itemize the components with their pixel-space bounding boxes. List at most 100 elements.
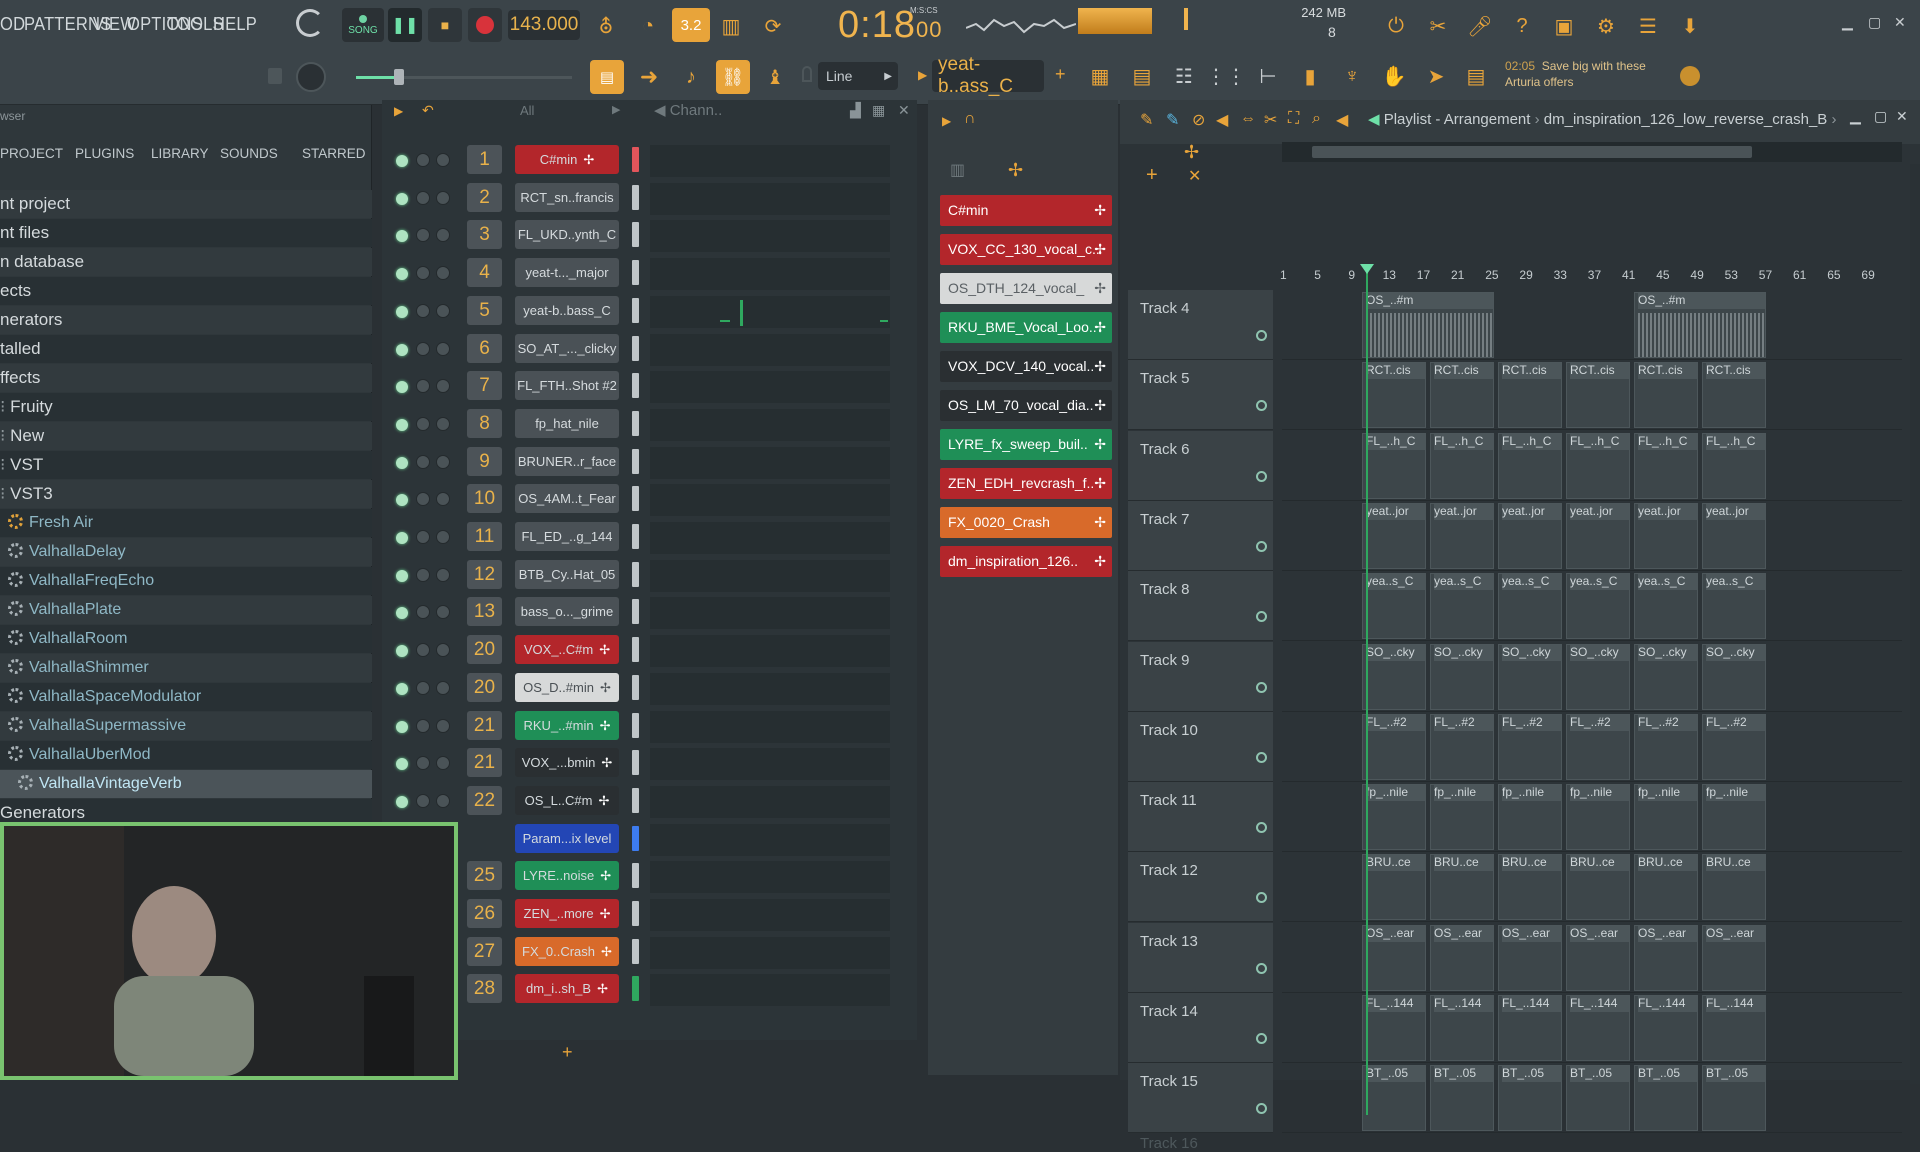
channel-row[interactable]: 26 ZEN_..more ✢ — [382, 896, 917, 934]
track-header[interactable]: Track 12 — [1128, 852, 1273, 923]
group-filter[interactable]: All — [520, 103, 534, 118]
track-header[interactable]: Track 14 — [1128, 993, 1273, 1063]
touch-icon[interactable]: ✋ — [1378, 60, 1410, 92]
picker-mode-icon[interactable]: ▥ — [950, 160, 965, 180]
pattern-clip[interactable]: SO_..cky — [1702, 643, 1766, 710]
browser-item[interactable]: ValhallaVintageVerb — [0, 770, 372, 798]
pattern-clip[interactable]: yeat..jor — [1566, 502, 1630, 569]
pattern-clip[interactable]: FL_..#2 — [1362, 713, 1426, 780]
file-icon[interactable]: ▮ — [1294, 60, 1326, 92]
step-sequencer-lane[interactable] — [650, 597, 890, 630]
step-sequencer-lane[interactable] — [650, 710, 890, 743]
browser-item[interactable]: ValhallaSupermassive — [0, 712, 372, 740]
channel-name-button[interactable]: yeat-b..bass_C — [515, 295, 619, 325]
lock-icon[interactable] — [268, 68, 282, 84]
channel-name-button[interactable]: Param...ix level — [515, 823, 619, 853]
pattern-clip[interactable]: FL_..h_C — [1634, 432, 1698, 499]
pattern-clip[interactable]: FL_..144 — [1702, 995, 1766, 1061]
link-button[interactable]: ⛓ — [716, 60, 750, 94]
snap-select[interactable]: Line ▶ — [818, 62, 898, 90]
channel-name-button[interactable]: RCT_sn..francis — [515, 182, 619, 212]
pattern-clip[interactable]: BRU..ce — [1498, 854, 1562, 921]
snap-icon[interactable]: ✢ — [1184, 142, 1199, 163]
pattern-item[interactable]: RKU_BME_Vocal_Loo.. ✢ — [940, 312, 1112, 343]
pattern-clip[interactable]: OS_..ear — [1566, 924, 1630, 991]
track-header[interactable]: Track 13 — [1128, 922, 1273, 993]
channel-row[interactable]: 7 FL_FTH..Shot #2 — [382, 368, 917, 406]
volume-knob[interactable] — [436, 530, 450, 544]
blend-notes-icon[interactable]: ▥ — [715, 10, 747, 42]
volume-knob[interactable] — [436, 303, 450, 318]
volume-knob[interactable] — [436, 680, 450, 695]
pattern-clip[interactable]: RCT..cis — [1430, 362, 1494, 429]
pattern-item[interactable]: C#min ✢ — [940, 195, 1112, 226]
pattern-item[interactable]: FX_0020_Crash ✢ — [940, 507, 1112, 538]
channel-name-button[interactable]: fp_hat_nile — [515, 408, 619, 438]
browser-item[interactable]: nt project — [0, 190, 372, 218]
pattern-clip[interactable]: FL_..h_C — [1702, 432, 1766, 499]
track-enable-icon[interactable] — [1256, 330, 1267, 341]
volume-knob[interactable] — [436, 567, 450, 582]
pattern-clip[interactable]: BRU..ce — [1566, 854, 1630, 921]
playhead[interactable] — [1366, 265, 1368, 1115]
step-sequencer-icon[interactable]: ▤ — [1126, 60, 1158, 92]
pan-knob[interactable] — [416, 341, 430, 356]
channel-rack-icon[interactable]: ⋮⋮ — [1206, 60, 1246, 92]
channel-mixer-track[interactable]: 13 — [467, 597, 502, 627]
slice-icon[interactable]: ✂ — [1264, 110, 1277, 130]
track-header[interactable]: Track 6 — [1128, 430, 1273, 501]
pattern-clip[interactable]: OS_..ear — [1362, 924, 1426, 991]
track-header[interactable]: Track 9 — [1128, 641, 1273, 712]
menu-item[interactable]: OD — [0, 14, 25, 35]
track-lane[interactable]: FL_..h_C FL_..h_C FL_..h_C FL_..h_C FL_..h_C… — [1282, 431, 1902, 501]
channel-mixer-track[interactable]: 9 — [467, 446, 502, 476]
minimize-icon[interactable]: ▁ — [1850, 108, 1861, 125]
step-sequencer-lane[interactable] — [650, 182, 890, 215]
channel-mixer-track[interactable]: 10 — [467, 484, 502, 514]
channel-mixer-track[interactable]: 3 — [467, 220, 502, 250]
channel-name-button[interactable]: OS_L..C#m ✢ — [515, 785, 619, 815]
channel-select-indicator[interactable] — [632, 750, 639, 776]
pattern-clip[interactable]: BRU..ce — [1702, 854, 1766, 921]
close-window-icon[interactable]: ✕ — [1894, 14, 1906, 31]
graph-editor-icon[interactable]: ▦ — [1084, 60, 1116, 92]
add-channel-icon[interactable]: + — [562, 1042, 573, 1063]
volume-knob[interactable] — [436, 266, 450, 281]
track-header[interactable]: Track 5 — [1128, 360, 1273, 431]
channel-led-icon[interactable] — [396, 418, 408, 431]
track-lane[interactable]: FL_..#2 FL_..#2 FL_..#2 FL_..#2 FL_..#2 FL_..… — [1282, 712, 1902, 782]
news-icon[interactable]: ▤ — [1460, 60, 1492, 92]
pattern-clip[interactable]: BT_..05 — [1430, 1065, 1494, 1132]
step-sequencer-lane[interactable] — [650, 899, 890, 931]
pattern-clip[interactable]: SO_..cky — [1498, 643, 1562, 710]
close-icon[interactable]: ✕ — [898, 102, 910, 119]
channel-row[interactable]: 28 dm_i..sh_B ✢ — [382, 971, 917, 1009]
channel-row[interactable]: 4 yeat-t..._major — [382, 255, 917, 293]
step-sequencer-lane[interactable] — [650, 522, 890, 554]
channel-mixer-track[interactable]: 26 — [467, 899, 502, 928]
pattern-clip[interactable]: BT_..05 — [1634, 1065, 1698, 1132]
step-sequencer-lane[interactable] — [650, 635, 890, 668]
channel-mixer-track[interactable]: 20 — [467, 635, 502, 665]
channel-led-icon[interactable] — [396, 268, 408, 281]
pattern-clip[interactable]: FL_..144 — [1634, 995, 1698, 1061]
pattern-clip[interactable]: FL_..h_C — [1430, 432, 1494, 499]
arrow-icon[interactable]: ➤ — [1420, 60, 1452, 92]
channel-select-indicator[interactable] — [632, 561, 639, 587]
browser-tab[interactable]: SOUNDS — [220, 146, 278, 161]
track-enable-icon[interactable] — [1256, 892, 1267, 904]
pattern-clip[interactable]: FL_..h_C — [1498, 432, 1562, 499]
pattern-item[interactable]: VOX_DCV_140_vocal.. ✢ — [940, 351, 1112, 382]
track-lane[interactable]: OS_..#m OS_..#m — [1282, 290, 1902, 360]
pattern-clip[interactable]: OS_..#m — [1634, 292, 1766, 358]
channel-mixer-track[interactable]: 28 — [467, 974, 502, 1004]
browser-item[interactable]: ValhallaShimmer — [0, 654, 372, 682]
browser-item[interactable]: talled — [0, 335, 372, 363]
pan-knob[interactable] — [416, 643, 430, 658]
step-sequencer-lane[interactable] — [650, 559, 890, 592]
pattern-clip[interactable]: RCT..cis — [1634, 362, 1698, 429]
channel-led-icon[interactable] — [396, 230, 408, 243]
minimize-window-icon[interactable]: ▁ — [1842, 14, 1853, 31]
track-lane[interactable]: RCT..cis RCT..cis RCT..cis RCT..cis RCT..cis… — [1282, 360, 1902, 431]
mixer-view-button[interactable]: ♝ — [758, 60, 792, 94]
